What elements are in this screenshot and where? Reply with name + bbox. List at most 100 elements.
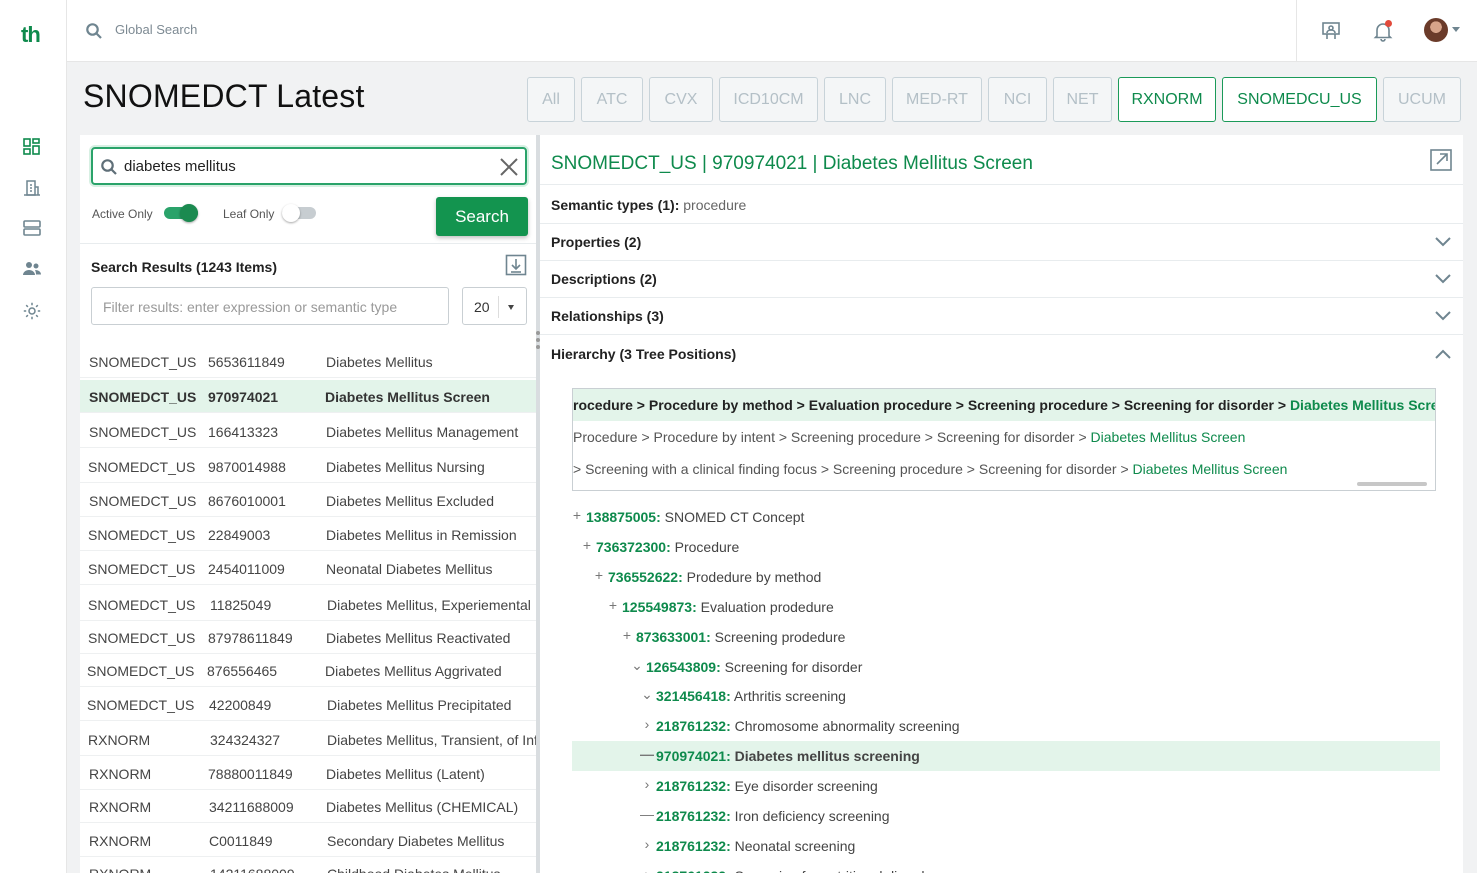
tree-node[interactable]: —970974021: Diabetes mellitus screening bbox=[572, 741, 1440, 771]
result-row[interactable]: RXNORM C0011849 Secondary Diabetes Mellitu… bbox=[80, 824, 536, 857]
download-icon[interactable] bbox=[505, 254, 527, 276]
result-row[interactable]: SNOMEDCT_US 9870014988 Diabetes Mellitus N… bbox=[80, 450, 536, 483]
search-button[interactable]: Search bbox=[436, 197, 528, 236]
chip-rxnorm[interactable]: RXNORM bbox=[1118, 77, 1216, 122]
result-row[interactable]: SNOMEDCT_US 42200849 Diabetes Mellitus Pre… bbox=[80, 688, 536, 721]
chevron-up-icon[interactable] bbox=[1433, 346, 1453, 362]
result-row[interactable]: SNOMEDCT_US 876556465 Diabetes Mellitus Ag… bbox=[80, 654, 536, 687]
chip-med-rt[interactable]: MED-RT bbox=[892, 77, 982, 122]
tree-position[interactable]: > Screening with a clinical finding focu… bbox=[573, 453, 1287, 485]
chevron-right-icon[interactable]: › bbox=[640, 867, 654, 873]
chevron-right-icon[interactable]: › bbox=[640, 837, 654, 851]
chip-cvx[interactable]: CVX bbox=[649, 77, 713, 122]
settings-gear-icon[interactable] bbox=[22, 301, 42, 321]
tree-node-text: 138875005: SNOMED CT Concept bbox=[586, 509, 804, 525]
tree-node[interactable]: +873633001: Screening prodedure bbox=[572, 622, 1440, 652]
tree-position[interactable]: rocedure > Procedure by method > Evaluat… bbox=[573, 389, 1435, 421]
page-size-select[interactable]: 20 bbox=[462, 287, 527, 325]
section-properties[interactable]: Properties (2) bbox=[540, 223, 1463, 260]
result-code: 324324327 bbox=[210, 732, 281, 748]
filter-results-input[interactable]: Filter results: enter expression or sema… bbox=[91, 287, 449, 325]
tree-node-text: 736372300: Procedure bbox=[596, 539, 739, 555]
tree-position-leaf[interactable]: Diabetes Mellitus Screen bbox=[1091, 429, 1246, 445]
dash-icon[interactable]: — bbox=[640, 807, 654, 821]
search-icon bbox=[100, 158, 118, 176]
chevron-down-icon[interactable]: ⌄ bbox=[630, 658, 644, 672]
chip-atc[interactable]: ATC bbox=[581, 77, 643, 122]
tree-node[interactable]: › 218761232: Eye disorder screening bbox=[572, 771, 1440, 801]
chevron-right-icon[interactable]: › bbox=[640, 717, 654, 731]
tree-node-code: 970974021: bbox=[656, 748, 731, 764]
result-row[interactable]: SNOMEDCT_US 22849003 Diabetes Mellitus in … bbox=[80, 518, 536, 551]
plus-icon[interactable]: + bbox=[570, 508, 584, 522]
concept-search-input[interactable]: diabetes mellitus bbox=[91, 147, 527, 185]
result-row[interactable]: RXNORM 324324327 Diabetes Mellitus, Transi… bbox=[80, 723, 537, 756]
presentation-icon[interactable] bbox=[1320, 20, 1342, 42]
chevron-down-icon[interactable] bbox=[1433, 271, 1453, 287]
tree-node-label: Prodedure by method bbox=[686, 569, 822, 585]
chip-all[interactable]: All bbox=[527, 77, 575, 122]
tree-node[interactable]: —218761232: Iron deficiency screening bbox=[572, 801, 1440, 831]
tree-node[interactable]: › 218761232: Chromosome abnormality scree… bbox=[572, 711, 1440, 741]
tree-node-code: 736552622: bbox=[608, 569, 683, 585]
users-icon[interactable] bbox=[22, 259, 42, 279]
plus-icon[interactable]: + bbox=[606, 598, 620, 612]
chip-net[interactable]: NET bbox=[1053, 77, 1112, 122]
tree-node-text: 873633001: Screening prodedure bbox=[636, 629, 845, 645]
tree-node-label: Iron deficiency screening bbox=[734, 808, 890, 824]
chevron-down-icon[interactable] bbox=[1452, 27, 1460, 32]
tree-node-code: 321456418: bbox=[656, 688, 731, 704]
horizontal-scrollbar[interactable] bbox=[1357, 482, 1427, 486]
result-row[interactable]: SNOMEDCT_US 87978611849 Diabetes Mellitus … bbox=[80, 621, 536, 654]
chip-nci[interactable]: NCI bbox=[988, 77, 1047, 122]
tree-position[interactable]: Procedure > Procedure by intent > Screen… bbox=[573, 421, 1245, 453]
tree-node[interactable]: › 218761232: Neonatal screening bbox=[572, 831, 1440, 861]
global-search-input[interactable]: Global Search bbox=[115, 22, 197, 37]
result-name: Diabetes Mellitus Nursing bbox=[326, 459, 485, 475]
chip-icd10cm[interactable]: ICD10CM bbox=[719, 77, 818, 122]
chevron-down-icon[interactable] bbox=[1433, 308, 1453, 324]
dash-icon[interactable]: — bbox=[640, 747, 654, 761]
result-row[interactable]: RXNORM 78880011849 Diabetes Mellitus (Late… bbox=[80, 757, 536, 790]
result-row[interactable]: SNOMEDCT_US 166413323 Diabetes Mellitus Ma… bbox=[80, 415, 536, 448]
result-row[interactable]: SNOMEDCT_US 2454011009 Neonatal Diabetes M… bbox=[80, 552, 536, 585]
result-row[interactable]: RXNORM 14211688009 Childhood Diabetes Mell… bbox=[80, 857, 536, 873]
tree-node[interactable]: +736552622: Prodedure by method bbox=[572, 562, 1440, 592]
building-icon[interactable] bbox=[22, 178, 42, 198]
result-code: 42200849 bbox=[209, 697, 272, 713]
plus-icon[interactable]: + bbox=[580, 538, 594, 552]
result-row[interactable]: SNOMEDCT_US 8676010001 Diabetes Mellitus E… bbox=[80, 484, 536, 517]
avatar[interactable] bbox=[1424, 18, 1448, 42]
tree-node[interactable]: +138875005: SNOMED CT Concept bbox=[572, 502, 1440, 532]
chip-ucum[interactable]: UCUM bbox=[1383, 77, 1461, 122]
result-row[interactable]: RXNORM 34211688009 Diabetes Mellitus (CHEM… bbox=[80, 790, 536, 823]
result-row[interactable]: SNOMEDCT_US 970974021 Diabetes Mellitus Sc… bbox=[80, 380, 536, 413]
leaf-only-toggle[interactable] bbox=[282, 204, 316, 222]
active-only-toggle[interactable] bbox=[164, 204, 198, 222]
tree-position-leaf[interactable]: Diabetes Mellitus Screen bbox=[1133, 461, 1288, 477]
section-hierarchy[interactable]: Hierarchy (3 Tree Positions) bbox=[540, 335, 1463, 372]
result-row[interactable]: SNOMEDCT_US 11825049 Diabetes Mellitus, Ex… bbox=[80, 588, 536, 621]
chip-lnc[interactable]: LNC bbox=[824, 77, 886, 122]
plus-icon[interactable]: + bbox=[620, 628, 634, 642]
section-descriptions[interactable]: Descriptions (2) bbox=[540, 260, 1463, 297]
tree-node[interactable]: +736372300: Procedure bbox=[572, 532, 1440, 562]
chevron-down-icon[interactable] bbox=[1433, 234, 1453, 250]
app-logo[interactable]: th bbox=[21, 22, 41, 48]
close-icon[interactable] bbox=[498, 156, 520, 178]
tree-node[interactable]: +125549873: Evaluation prodedure bbox=[572, 592, 1440, 622]
storage-icon[interactable] bbox=[22, 218, 42, 238]
section-relationships[interactable]: Relationships (3) bbox=[540, 297, 1463, 334]
dashboard-icon[interactable] bbox=[22, 137, 42, 157]
chevron-right-icon[interactable]: › bbox=[640, 777, 654, 791]
notification-badge bbox=[1385, 20, 1392, 27]
tree-position-leaf[interactable]: Diabetes Mellitus Screen bbox=[1290, 397, 1435, 413]
tree-node[interactable]: ⌄ 321456418: Arthritis screening bbox=[572, 681, 1440, 711]
result-row[interactable]: SNOMEDCT_US 5653611849 Diabetes Mellitus bbox=[80, 345, 536, 378]
open-external-icon[interactable] bbox=[1429, 148, 1453, 172]
tree-node[interactable]: ›218761232: Screening for nutritional di… bbox=[572, 861, 1440, 873]
chip-snomedcu-us[interactable]: SNOMEDCU_US bbox=[1222, 77, 1377, 122]
chevron-down-icon[interactable]: ⌄ bbox=[640, 687, 654, 701]
plus-icon[interactable]: + bbox=[592, 568, 606, 582]
tree-node[interactable]: ⌄ 126543809: Screening for disorder bbox=[572, 652, 1440, 682]
